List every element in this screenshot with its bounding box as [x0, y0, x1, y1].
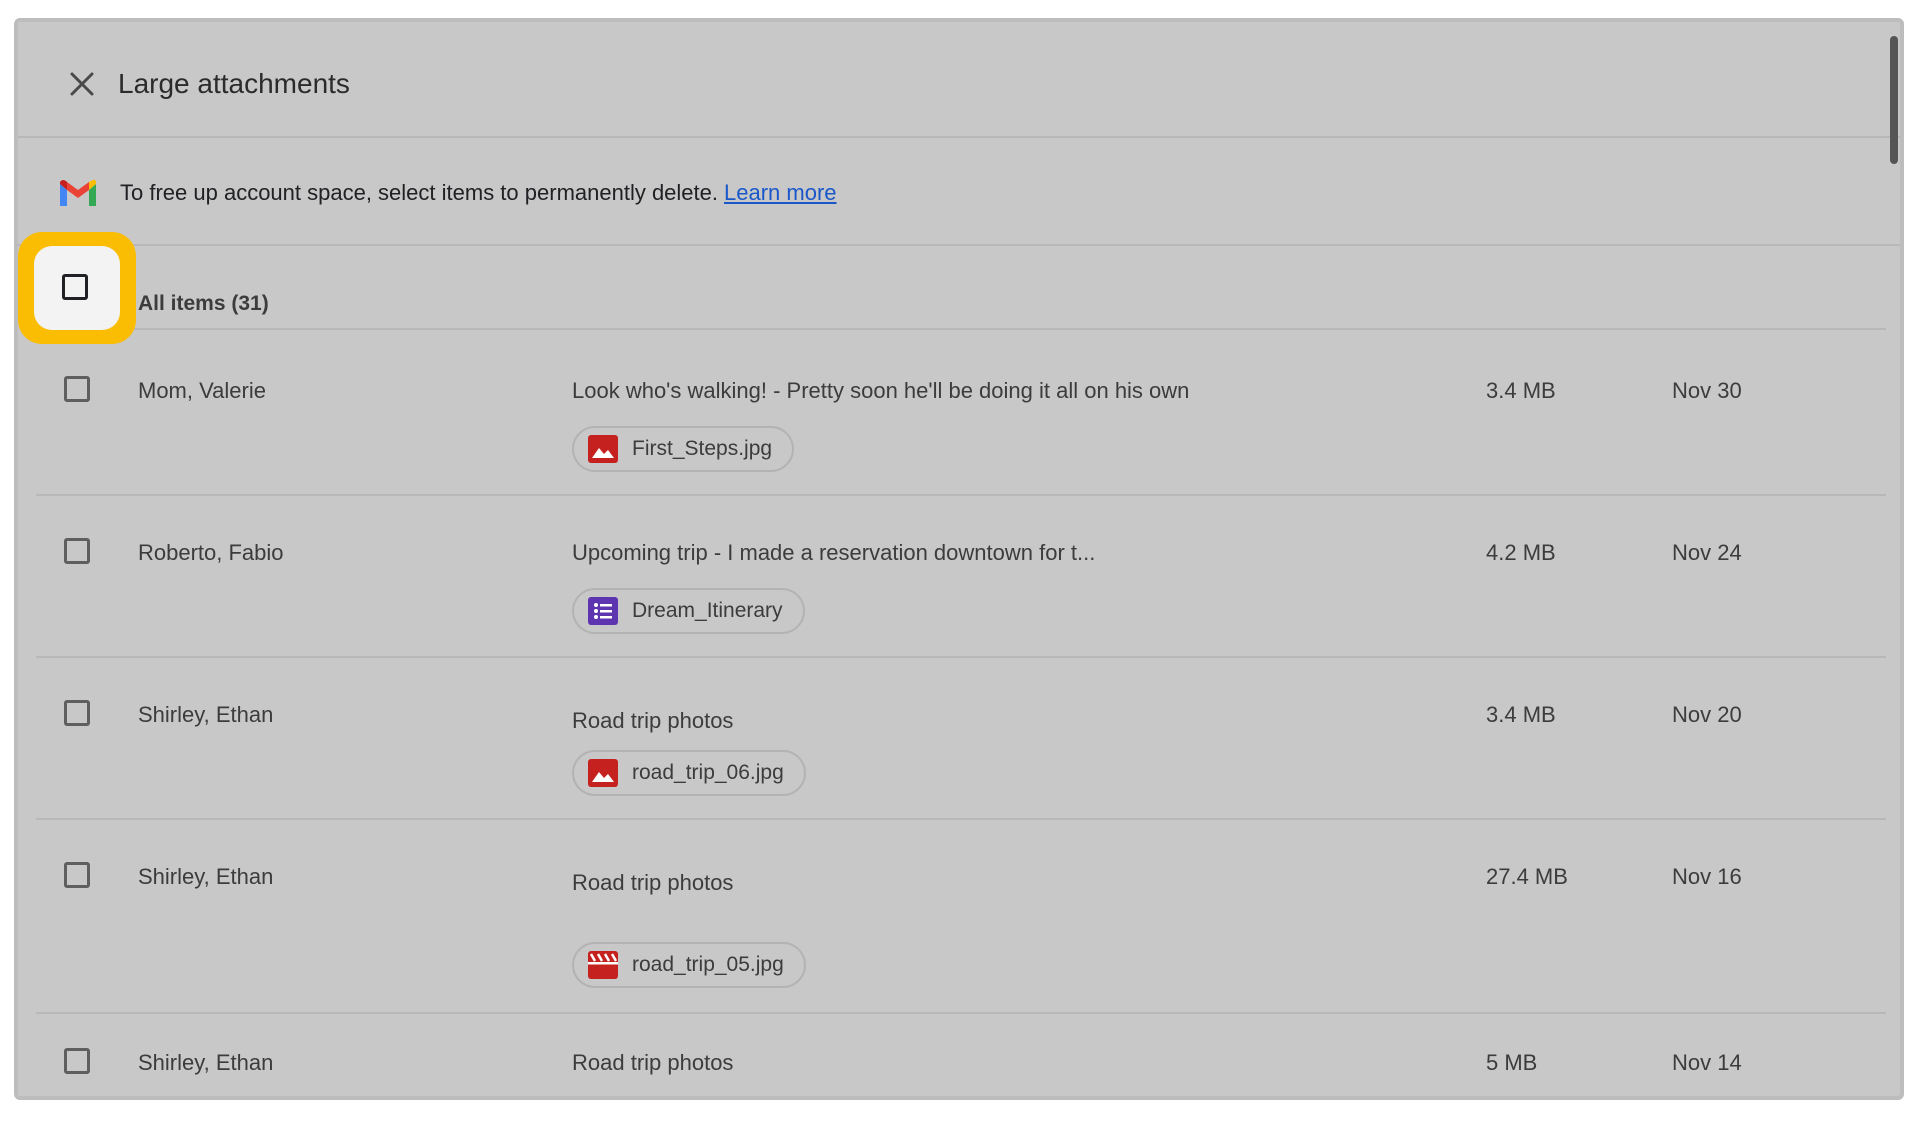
size: 4.2 MB: [1486, 540, 1556, 565]
gmail-logo-icon: [60, 179, 96, 206]
list-item[interactable]: Shirley, Ethan Road trip photos 27.4 MB …: [36, 820, 1886, 1014]
dialog-header: Large attachments: [18, 22, 1900, 164]
all-items-label: All items (31): [138, 292, 269, 315]
image-icon: [588, 759, 618, 787]
close-icon: [70, 72, 94, 96]
list-item[interactable]: Roberto, Fabio Upcoming trip - I made a …: [36, 496, 1886, 658]
dialog-title: Large attachments: [118, 68, 350, 99]
row-checkbox[interactable]: [64, 700, 90, 726]
attachment-name: road_trip_05.jpg: [632, 953, 784, 976]
subject: Road trip photos: [572, 708, 734, 733]
size: 3.4 MB: [1486, 702, 1556, 727]
select-all-checkbox[interactable]: [62, 274, 88, 300]
size: 27.4 MB: [1486, 864, 1568, 889]
attachment-chip[interactable]: [572, 1096, 822, 1100]
sender: Mom, Valerie: [138, 378, 266, 403]
size: 5 MB: [1486, 1050, 1538, 1075]
list-item[interactable]: Shirley, Ethan Road trip photos 5 MB Nov…: [36, 1014, 1886, 1100]
info-text: To free up account space, select items t…: [120, 180, 837, 206]
subject: Look who's walking! - Pretty soon he'll …: [572, 378, 1190, 403]
size: 3.4 MB: [1486, 378, 1556, 403]
video-icon: [588, 951, 618, 979]
date: Nov 14: [1672, 1050, 1742, 1075]
select-all-highlight: [18, 232, 136, 344]
list-item[interactable]: Shirley, Ethan Road trip photos 3.4 MB N…: [36, 658, 1886, 820]
attachment-chip[interactable]: road_trip_05.jpg: [572, 942, 806, 988]
row-checkbox[interactable]: [64, 1048, 90, 1074]
date: Nov 30: [1672, 378, 1742, 403]
attachment-name: Dream_Itinerary: [632, 599, 783, 622]
row-checkbox[interactable]: [64, 376, 90, 402]
forms-icon: [588, 597, 618, 625]
info-banner: To free up account space, select items t…: [18, 138, 1900, 246]
sender: Shirley, Ethan: [138, 1050, 274, 1075]
select-all-container[interactable]: [34, 246, 120, 330]
attachment-chip[interactable]: road_trip_06.jpg: [572, 750, 806, 796]
date: Nov 20: [1672, 702, 1742, 727]
list-item[interactable]: Mom, Valerie Look who's walking! - Prett…: [36, 332, 1886, 496]
divider: [36, 328, 1886, 330]
sender: Shirley, Ethan: [138, 702, 274, 727]
attachment-chip[interactable]: Dream_Itinerary: [572, 588, 805, 634]
info-message: To free up account space, select items t…: [120, 180, 718, 205]
attachment-chip[interactable]: First_Steps.jpg: [572, 426, 795, 472]
subject: Road trip photos: [572, 870, 734, 895]
attachment-name: road_trip_06.jpg: [632, 761, 784, 784]
row-checkbox[interactable]: [64, 538, 90, 564]
large-attachments-dialog: Large attachments To free up account spa…: [14, 18, 1904, 1100]
subject: Road trip photos: [572, 1050, 734, 1075]
subject: Upcoming trip - I made a reservation dow…: [572, 540, 1096, 565]
date: Nov 16: [1672, 864, 1742, 889]
close-button[interactable]: [64, 66, 100, 102]
image-icon: [588, 435, 618, 463]
learn-more-link[interactable]: Learn more: [724, 180, 837, 205]
sender: Roberto, Fabio: [138, 540, 284, 565]
row-checkbox[interactable]: [64, 862, 90, 888]
sender: Shirley, Ethan: [138, 864, 274, 889]
attachment-name: First_Steps.jpg: [632, 437, 773, 460]
date: Nov 24: [1672, 540, 1742, 565]
